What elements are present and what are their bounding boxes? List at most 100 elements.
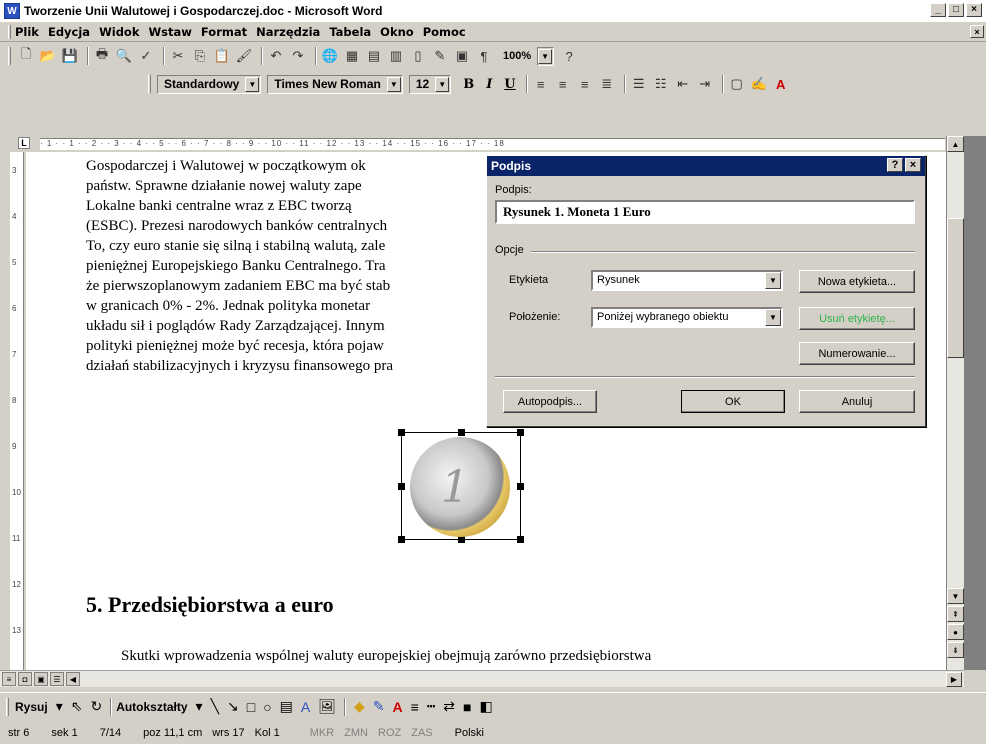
highlight-icon[interactable]: ✍ [750, 75, 768, 93]
chevron-down-icon[interactable]: ▼ [386, 76, 401, 92]
align-left-icon[interactable]: ≡ [532, 75, 550, 93]
open-folder-icon[interactable]: 📂 [39, 47, 57, 65]
resize-handle[interactable] [517, 429, 524, 436]
autoshapes-menu[interactable]: Autokształty [116, 700, 187, 714]
justify-icon[interactable]: ≣ [598, 75, 616, 93]
dialog-close-button[interactable]: × [905, 158, 921, 172]
increase-indent-icon[interactable]: ⇥ [696, 75, 714, 93]
insert-excel-icon[interactable]: ▥ [387, 47, 405, 65]
free-rotate-icon[interactable]: ↻ [90, 698, 102, 715]
clip-art-icon[interactable]: 🖼 [318, 698, 336, 715]
resize-handle[interactable] [458, 429, 465, 436]
copy-icon[interactable]: ⎘ [191, 47, 209, 65]
save-icon[interactable]: 💾 [61, 47, 79, 65]
status-ext[interactable]: ROZ [378, 727, 401, 739]
3d-icon[interactable]: ◧ [479, 698, 492, 715]
resize-handle[interactable] [458, 536, 465, 543]
fill-color-icon[interactable]: ◆ [354, 698, 365, 715]
scroll-left-icon[interactable]: ◀ [66, 672, 80, 686]
line-color-icon[interactable]: ✎ [373, 698, 385, 715]
dash-style-icon[interactable]: ┅ [427, 698, 435, 715]
line-icon[interactable]: ╲ [211, 698, 219, 715]
new-label-button[interactable]: Nowa etykieta... [799, 270, 915, 293]
chevron-down-icon[interactable]: ▼ [765, 309, 781, 326]
numbering-button[interactable]: Numerowanie... [799, 342, 915, 365]
line-style-icon[interactable]: ≡ [411, 699, 419, 715]
horizontal-scrollbar[interactable]: ≡ ◘ ▣ ☰ ◀ ▶ [0, 670, 964, 687]
chevron-down-icon[interactable]: ▼ [435, 76, 450, 92]
status-rec[interactable]: MKR [310, 727, 334, 739]
align-right-icon[interactable]: ≡ [576, 75, 594, 93]
bullets-icon[interactable]: ☷ [652, 75, 670, 93]
arrow-icon[interactable]: ↘ [227, 698, 239, 715]
zoom-dropdown[interactable]: ▼ [537, 46, 555, 66]
print-icon[interactable]: 🖶 [93, 46, 111, 65]
show-hide-icon[interactable]: ¶ [475, 47, 493, 65]
paste-icon[interactable]: 📋 [213, 47, 231, 65]
previous-page-icon[interactable]: ⇞ [947, 606, 964, 622]
delete-label-button[interactable]: Usuń etykietę... [799, 307, 915, 330]
resize-handle[interactable] [517, 536, 524, 543]
close-button[interactable]: × [966, 3, 982, 17]
ok-button[interactable]: OK [681, 390, 785, 413]
chevron-down-icon[interactable]: ▼ [538, 48, 553, 64]
resize-handle[interactable] [517, 483, 524, 490]
undo-icon[interactable]: ↶ [267, 47, 285, 65]
tab-selector-icon[interactable]: L [18, 137, 30, 149]
menu-edit[interactable]: Edycja [48, 25, 90, 39]
browse-object-icon[interactable]: ● [947, 624, 964, 640]
drawing-icon[interactable]: ✎ [431, 47, 449, 65]
style-dropdown[interactable]: Standardowy ▼ [157, 74, 262, 94]
chevron-down-icon[interactable]: ▼ [245, 76, 260, 92]
scroll-right-icon[interactable]: ▶ [946, 671, 962, 687]
print-preview-icon[interactable]: 🔍 [115, 47, 133, 65]
menu-view[interactable]: Widok [99, 25, 139, 39]
bold-button[interactable]: B [463, 77, 474, 92]
position-dropdown[interactable]: Poniżej wybranego obiektu ▼ [591, 307, 783, 328]
scroll-up-icon[interactable]: ▲ [947, 136, 964, 152]
columns-icon[interactable]: ▯ [409, 47, 427, 65]
minimize-button[interactable]: _ [930, 3, 946, 17]
spelling-icon[interactable]: ✓ [137, 47, 155, 65]
restore-button[interactable]: □ [948, 3, 964, 17]
caption-input[interactable]: Rysunek 1. Moneta 1 Euro [495, 200, 915, 224]
size-dropdown[interactable]: 12 ▼ [408, 74, 452, 94]
decrease-indent-icon[interactable]: ⇤ [674, 75, 692, 93]
cut-icon[interactable]: ✂ [169, 47, 187, 65]
menu-file[interactable]: Plik [15, 25, 39, 39]
menu-tools[interactable]: Narzędzia [256, 25, 320, 39]
chevron-down-icon[interactable]: ▾ [196, 698, 203, 715]
toolbar-grip[interactable] [8, 47, 11, 65]
resize-handle[interactable] [398, 483, 405, 490]
document-close-icon[interactable]: × [970, 25, 984, 38]
print-layout-icon[interactable]: ▣ [34, 672, 48, 686]
underline-button[interactable]: U [504, 77, 515, 92]
web-layout-icon[interactable]: ◘ [18, 672, 32, 686]
draw-menu[interactable]: Rysuj [15, 700, 48, 714]
cancel-button[interactable]: Anuluj [799, 390, 915, 413]
tables-borders-icon[interactable]: ▦ [343, 47, 361, 65]
status-trk[interactable]: ZMN [344, 727, 368, 739]
insert-table-icon[interactable]: ▤ [365, 47, 383, 65]
borders-icon[interactable]: ▢ [728, 75, 746, 93]
align-center-icon[interactable]: ≡ [554, 75, 572, 93]
status-ovr[interactable]: ZAS [411, 727, 432, 739]
menu-table[interactable]: Tabela [329, 25, 371, 39]
select-objects-icon[interactable]: ⇖ [71, 698, 83, 715]
font-dropdown[interactable]: Times New Roman ▼ [267, 74, 403, 94]
next-page-icon[interactable]: ⇟ [947, 642, 964, 658]
menu-grip[interactable] [8, 24, 11, 39]
menu-window[interactable]: Okno [380, 25, 414, 39]
menu-format[interactable]: Format [201, 25, 247, 39]
font-color-icon[interactable]: A [393, 699, 403, 715]
scroll-down-icon[interactable]: ▼ [947, 588, 964, 604]
rectangle-icon[interactable]: □ [247, 699, 255, 715]
label-dropdown[interactable]: Rysunek ▼ [591, 270, 783, 291]
new-document-icon[interactable]: 🗋 [17, 46, 35, 65]
help-icon[interactable]: ? [560, 47, 578, 65]
word-app-icon[interactable]: W [4, 3, 20, 19]
dialog-title-bar[interactable]: Podpis ? × [487, 156, 925, 176]
zoom-value[interactable]: 100% [503, 50, 531, 62]
toolbar-grip[interactable] [148, 75, 151, 93]
italic-button[interactable]: I [486, 77, 492, 92]
